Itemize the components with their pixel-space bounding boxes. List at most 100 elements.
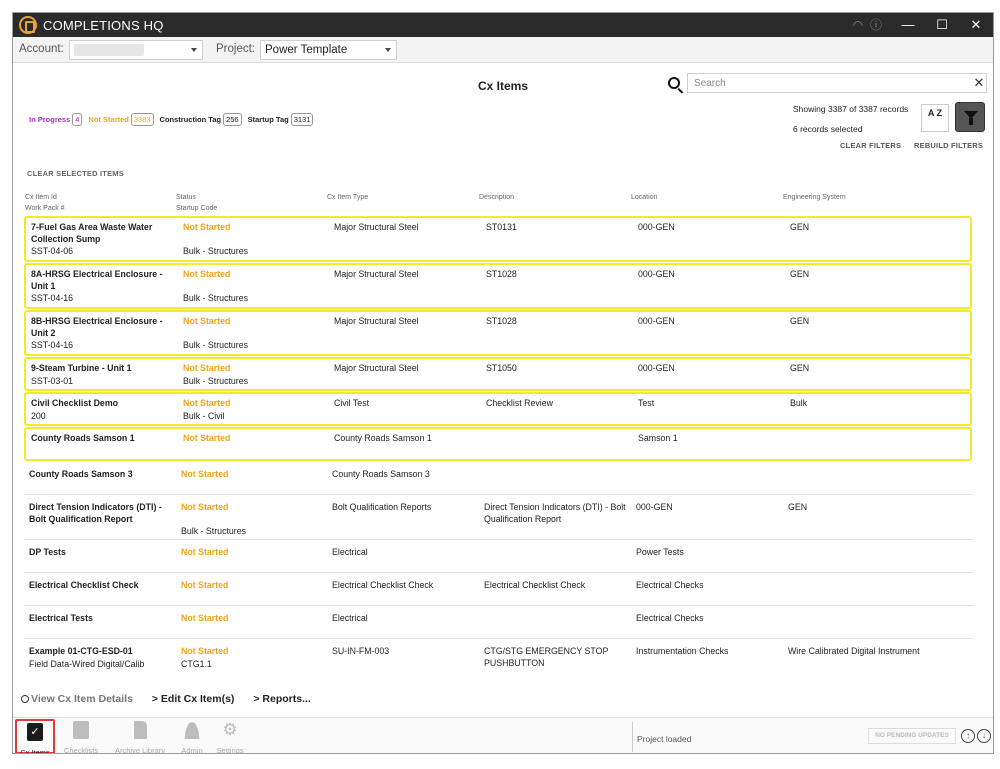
status-badge: Not Started [181,646,229,656]
table-row[interactable]: County Roads Samson 3 Not Started County R… [24,463,974,495]
table-row[interactable]: Electrical Checklist Check Not Started Ele… [24,574,974,606]
cx-item-type: Major Structural Steel [334,363,419,373]
col-header-eng-system[interactable]: Engineering System [783,194,846,201]
edit-items-button[interactable]: > Edit Cx Item(s) [152,693,243,705]
document-icon [133,721,147,739]
location: Test [638,398,655,408]
nav-item-archive-library[interactable]: Archive Library [109,719,171,753]
location: 000-GEN [638,316,675,326]
startup-code: Bulk - Structures [181,526,247,536]
tag-chip[interactable]: Construction Tag 256 [160,113,242,126]
cx-item-type: Major Structural Steel [334,269,419,279]
description: Direct Tension Indicators (DTI) - Bolt Q… [484,502,626,524]
status-text: Project loaded [637,734,692,744]
rebuild-filters-link[interactable]: REBUILD FILTERS [914,141,983,150]
nav-item-checklists[interactable]: Checklists [59,719,103,754]
col-header-work-pack[interactable]: Work Pack # [25,205,65,212]
project-value: Power Template [265,44,348,56]
tag-chip-count: 3131 [290,113,314,126]
startup-code: Bulk - Structures [183,340,249,350]
record-count: Showing 3387 of 3387 records [793,104,909,114]
cx-item-id: County Roads Samson 1 [31,433,135,443]
cx-item-type: Electrical [332,547,368,557]
description: ST1028 [486,316,517,326]
nav-item-label: Checklists [63,746,99,754]
bottom-bar: Cx Items Checklists Archive Library Admin ⚙ S… [13,717,993,754]
status-badge: Not Started [181,580,229,590]
close-window-button[interactable]: ✕ [959,13,993,37]
tag-chip[interactable]: Startup Tag 3131 [248,113,314,126]
cx-item-id: Electrical Checklist Check [29,580,139,590]
minimize-button[interactable]: — [891,13,925,37]
nav-item-cx-items[interactable]: Cx Items [15,719,55,753]
nav-item-settings[interactable]: ⚙ Settings [212,719,248,754]
account-select[interactable] [69,40,203,60]
table-row[interactable]: DP Tests Not Started Electrical Power Tests [24,541,974,573]
location: 000-GEN [638,222,675,232]
col-header-location[interactable]: Location [631,194,657,201]
tag-chip[interactable]: In Progress 4 [29,113,83,126]
cx-item-id: 9-Steam Turbine - Unit 1 [31,363,132,373]
col-header-status[interactable]: Status [176,194,196,201]
col-header-id[interactable]: Cx Item Id [25,194,57,201]
table-row[interactable]: Direct Tension Indicators (DTI) - Bolt Q… [24,496,974,540]
col-header-startup-code[interactable]: Startup Code [176,205,217,212]
location: 000-GEN [636,502,673,512]
table-row[interactable]: Electrical Tests Not Started Electrical Ele… [24,607,974,639]
col-header-description[interactable]: Description [479,194,514,201]
checklist-icon [73,721,89,739]
clear-selected-items-link[interactable]: CLEAR SELECTED ITEMS [27,169,124,178]
engineering-system: Wire Calibrated Digital Instrument [788,646,920,656]
project-select[interactable]: Power Template [260,40,397,60]
search-icon[interactable] [668,77,680,89]
table-row[interactable]: 7-Fuel Gas Area Waste Water Collection S… [24,216,972,262]
table-row[interactable]: 8B-HRSG Electrical Enclosure - Unit 2 Not… [24,310,972,356]
tag-chip-label: Startup Tag [247,115,289,124]
clear-filters-link[interactable]: CLEAR FILTERS [840,141,901,150]
sort-az-button[interactable]: A Z [921,104,949,132]
search-input[interactable] [687,73,987,93]
engineering-system: GEN [788,502,808,512]
titlebar-status: ◠ ⓘ [849,16,889,34]
table-row[interactable]: County Roads Samson 1 Not Started County R… [24,427,972,461]
cx-item-type: County Roads Samson 1 [334,433,432,443]
engineering-system: GEN [790,316,810,326]
table-row[interactable]: Civil Checklist Demo Not Started Civil Tes… [24,392,972,426]
col-header-type[interactable]: Cx Item Type [327,194,368,201]
description: ST1050 [486,363,517,373]
cx-item-type: County Roads Samson 3 [332,469,430,479]
work-pack: SST-04-16 [31,340,74,350]
action-bar: View Cx Item Details > Edit Cx Item(s) >… [21,693,327,705]
startup-code: Bulk - Structures [183,293,249,303]
cx-item-id: Direct Tension Indicators (DTI) - Bolt Q… [29,502,162,524]
nav-item-admin[interactable]: Admin [176,719,208,754]
app-title: COMPLETIONS HQ [43,18,164,33]
upload-icon[interactable]: ↑ [961,729,975,743]
cx-item-type: Major Structural Steel [334,222,419,232]
location: 000-GEN [638,269,675,279]
info-icon: ⓘ [869,18,882,32]
view-details-button[interactable]: View Cx Item Details [21,693,141,705]
tag-chip[interactable]: Not Started 3383 [88,113,154,126]
location: 000-GEN [638,363,675,373]
status-badge: Not Started [183,222,231,232]
table-row[interactable]: 9-Steam Turbine - Unit 1 Not Started Major… [24,357,972,391]
engineering-system: GEN [790,269,810,279]
engineering-system: GEN [790,363,810,373]
engineering-system: Bulk [790,398,808,408]
cx-item-id: Electrical Tests [29,613,93,623]
table-row[interactable]: Example 01-CTG-ESD-01 Not Started SU-IN-FM… [24,640,974,676]
cx-item-id: Civil Checklist Demo [31,398,119,408]
filter-button[interactable] [955,102,985,132]
description: CTG/STG EMERGENCY STOP PUSHBUTTON [484,646,609,668]
pending-updates-button[interactable]: NO PENDING UPDATES [868,728,956,744]
maximize-button[interactable]: ☐ [925,13,959,37]
description: Electrical Checklist Check [484,580,586,590]
nav-item-label: Admin [181,746,203,754]
table-row[interactable]: 8A-HRSG Electrical Enclosure - Unit 1 Not… [24,263,972,309]
download-icon[interactable]: ↓ [977,729,991,743]
location: Power Tests [636,547,684,557]
cx-item-type: Electrical Checklist Check [332,580,434,590]
clear-search-button[interactable]: ✕ [971,73,987,93]
reports-button[interactable]: > Reports... [253,693,319,705]
